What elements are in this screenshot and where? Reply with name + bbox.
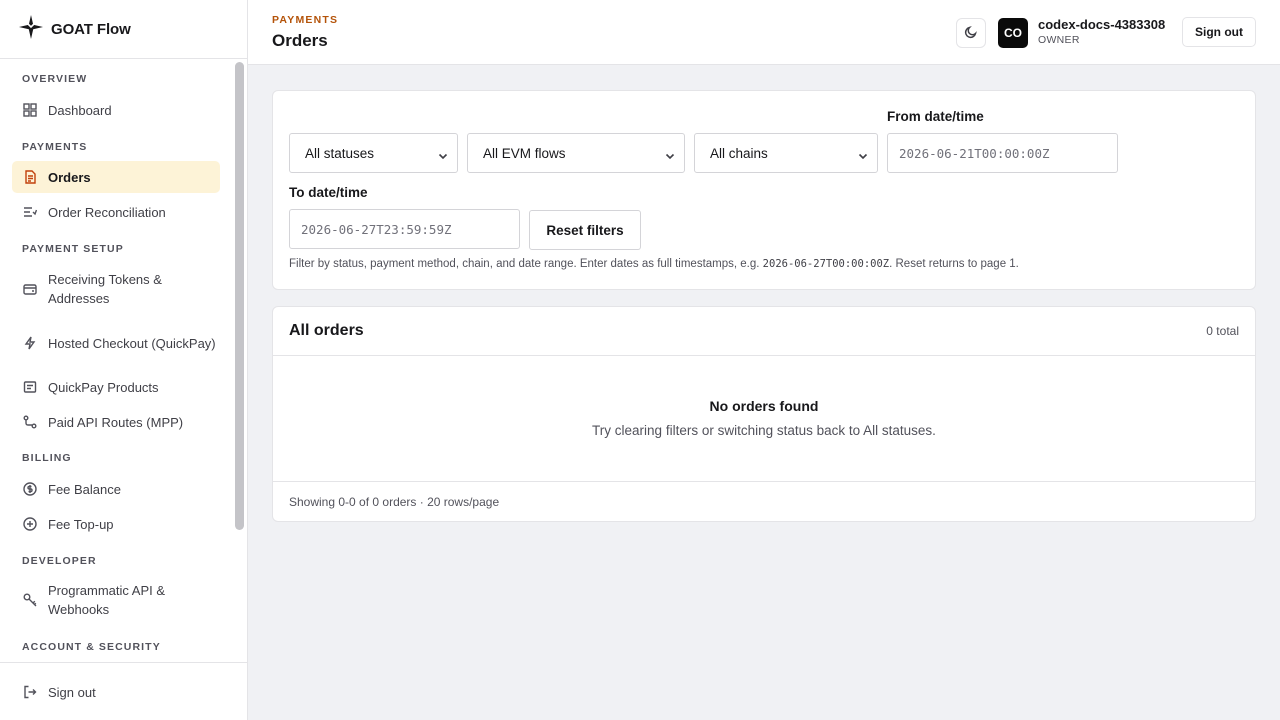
grid-icon xyxy=(22,102,38,118)
sidebar-item-hosted-checkout[interactable]: Hosted Checkout (QuickPay) xyxy=(12,321,220,365)
user-name: codex-docs-4383308 xyxy=(1038,17,1166,32)
sidebar-item-programmatic-api[interactable]: Programmatic API & Webhooks xyxy=(12,578,220,622)
brand[interactable]: GOAT Flow xyxy=(0,0,247,59)
sidebar-item-label: Receiving Tokens & Addresses xyxy=(48,272,162,306)
sidebar-nav: OVERVIEW Dashboard PAYMENTS Orders Order… xyxy=(0,60,233,662)
orders-title: All orders xyxy=(289,322,364,339)
from-date-input[interactable] xyxy=(887,133,1118,173)
from-date-label: From date/time xyxy=(887,109,984,124)
flow-filter-select[interactable]: All EVM flows xyxy=(467,133,685,173)
lightning-icon xyxy=(22,335,38,351)
signout-button[interactable]: Sign out xyxy=(1182,17,1256,47)
key-icon xyxy=(22,592,38,608)
section-payments: PAYMENTS xyxy=(22,141,88,153)
theme-toggle-button[interactable] xyxy=(956,18,986,48)
coin-icon xyxy=(22,481,38,497)
empty-state-title: No orders found xyxy=(709,398,819,414)
page-title: Orders xyxy=(272,31,328,50)
orders-total-count: 0 total xyxy=(1206,324,1239,338)
sidebar-item-quickpay-products[interactable]: QuickPay Products xyxy=(12,374,220,400)
orders-header: All orders 0 total xyxy=(273,307,1255,356)
sidebar-item-paid-api-routes[interactable]: Paid API Routes (MPP) xyxy=(12,409,220,435)
section-payment-setup: PAYMENT SETUP xyxy=(22,243,124,255)
hint-example-code: 2026-06-27T00:00:00Z xyxy=(762,258,890,270)
route-icon xyxy=(22,414,38,430)
logout-icon xyxy=(22,684,38,700)
wallet-icon xyxy=(22,281,38,297)
chevron-down-icon xyxy=(438,149,448,160)
plus-circle-icon xyxy=(22,516,38,532)
reset-filters-button[interactable]: Reset filters xyxy=(529,210,641,250)
sidebar-item-label: Orders xyxy=(48,169,91,185)
breadcrumb: PAYMENTS xyxy=(272,14,339,26)
sidebar: GOAT Flow OVERVIEW Dashboard PAYMENTS Or… xyxy=(0,0,248,720)
pagination-summary: Showing 0-0 of 0 orders · 20 rows/page xyxy=(289,495,500,509)
top-header: PAYMENTS Orders CO codex-docs-4383308 OW… xyxy=(248,0,1280,65)
orders-pagination-footer: Showing 0-0 of 0 orders · 20 rows/page xyxy=(273,481,1255,521)
to-date-input[interactable] xyxy=(289,209,520,249)
sidebar-item-label: Paid API Routes (MPP) xyxy=(48,414,184,430)
sidebar-item-receiving-tokens[interactable]: Receiving Tokens & Addresses xyxy=(12,267,220,311)
flow-filter-value: All EVM flows xyxy=(483,145,566,161)
document-icon xyxy=(22,169,38,185)
sidebar-item-label: Fee Top-up xyxy=(48,516,114,532)
status-filter-select[interactable]: All statuses xyxy=(289,133,458,173)
hint-text-end: . Reset returns to page 1. xyxy=(889,258,1019,270)
status-filter-value: All statuses xyxy=(305,145,375,161)
sidebar-scrollbar[interactable] xyxy=(235,62,244,530)
filters-card: All statuses All EVM flows All chains Fr… xyxy=(272,90,1256,290)
section-developer: DEVELOPER xyxy=(22,555,97,567)
list-check-icon xyxy=(22,204,38,220)
sidebar-item-label: Order Reconciliation xyxy=(48,204,166,220)
chain-filter-select[interactable]: All chains xyxy=(694,133,878,173)
sidebar-item-label: QuickPay Products xyxy=(48,379,159,395)
chevron-down-icon xyxy=(665,149,675,160)
sidebar-item-label: Programmatic API & Webhooks xyxy=(48,583,166,617)
goat-logo-icon xyxy=(18,14,44,45)
to-date-label: To date/time xyxy=(289,185,368,200)
sidebar-item-label: Dashboard xyxy=(48,102,112,118)
sidebar-footer: Sign out xyxy=(0,662,247,720)
product-list-icon xyxy=(22,379,38,395)
section-account-security: ACCOUNT & SECURITY xyxy=(22,641,161,653)
sidebar-item-fee-topup[interactable]: Fee Top-up xyxy=(12,511,220,537)
user-role: OWNER xyxy=(1038,34,1080,46)
sidebar-item-fee-balance[interactable]: Fee Balance xyxy=(12,476,220,502)
section-overview: OVERVIEW xyxy=(22,73,88,85)
empty-state-subtitle: Try clearing filters or switching status… xyxy=(592,423,936,438)
chain-filter-value: All chains xyxy=(710,145,768,161)
sidebar-item-orders[interactable]: Orders xyxy=(12,161,220,193)
sidebar-item-order-reconciliation[interactable]: Order Reconciliation xyxy=(12,199,220,225)
hint-text: Filter by status, payment method, chain,… xyxy=(289,258,763,270)
sidebar-item-label: Hosted Checkout (QuickPay) xyxy=(48,335,216,351)
avatar[interactable]: CO xyxy=(998,18,1028,48)
sidebar-signout-label: Sign out xyxy=(48,684,96,700)
sidebar-item-dashboard[interactable]: Dashboard xyxy=(12,97,220,123)
orders-card: All orders 0 total No orders found Try c… xyxy=(272,306,1256,522)
sidebar-item-label: Fee Balance xyxy=(48,481,121,497)
sidebar-signout[interactable]: Sign out xyxy=(12,679,220,705)
filters-hint: Filter by status, payment method, chain,… xyxy=(289,258,1019,270)
chevron-down-icon xyxy=(858,149,868,160)
section-billing: BILLING xyxy=(22,452,72,464)
app-name: GOAT Flow xyxy=(51,20,131,38)
moon-icon xyxy=(964,25,978,42)
